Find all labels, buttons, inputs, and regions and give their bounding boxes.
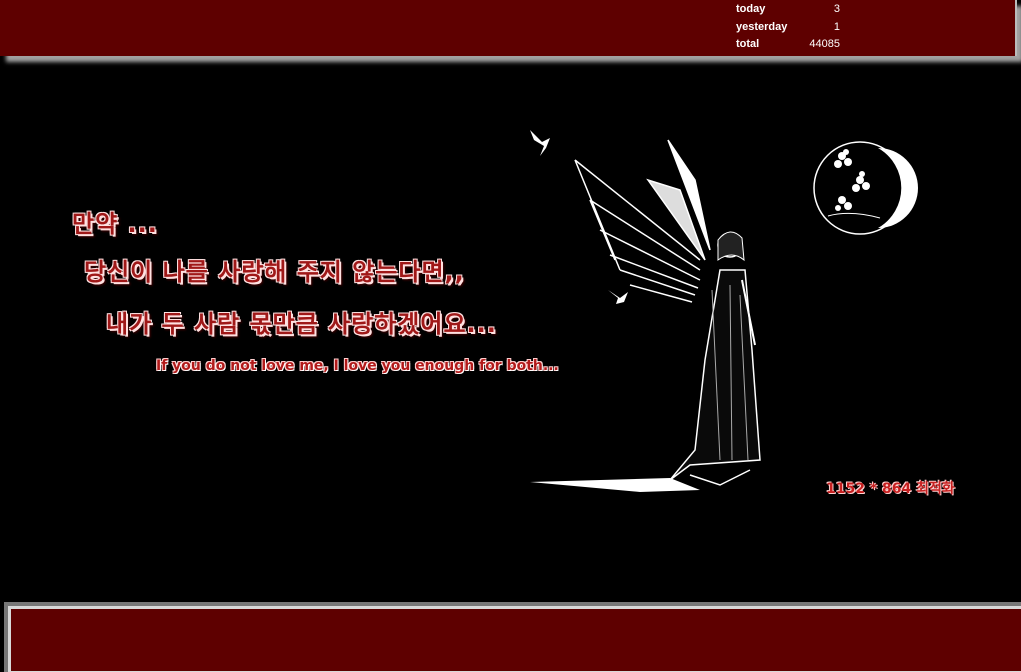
- angel-illustration: [530, 130, 918, 492]
- message-english: If you do not love me, I love you enough…: [156, 358, 559, 374]
- wing-shape: [574, 139, 711, 303]
- top-banner: [0, 0, 1017, 56]
- page: today 3 yesterday 1 total 44085 만약 ... 당…: [0, 0, 1021, 672]
- message-line-2: 당신이 나를 사랑해 주지 않는다면,,: [84, 258, 465, 286]
- counter-label: yesterday: [736, 20, 788, 33]
- counter-label: today: [736, 3, 766, 15]
- visitor-counter: today 3 yesterday 1 total 44085: [736, 2, 840, 55]
- bird-icon: [530, 130, 550, 156]
- counter-row-today: today 3: [736, 2, 840, 20]
- bottom-banner: [4, 602, 1021, 672]
- figure-shape: [530, 231, 761, 492]
- message-line-1: 만약 ...: [72, 210, 158, 238]
- counter-value: 1: [833, 20, 840, 33]
- counter-value: 3: [833, 3, 840, 15]
- counter-row-total: total 44085: [736, 37, 840, 55]
- resolution-note: 1152 * 864 최적화: [826, 481, 955, 497]
- counter-value: 44085: [809, 38, 840, 50]
- counter-row-yesterday: yesterday 1: [736, 20, 840, 38]
- counter-label: total: [736, 38, 760, 50]
- bird-icon: [608, 290, 628, 304]
- moon-flower-emblem: [813, 141, 918, 235]
- message-line-3: 내가 두 사람 몫만큼 사랑하겠어요...: [106, 310, 497, 338]
